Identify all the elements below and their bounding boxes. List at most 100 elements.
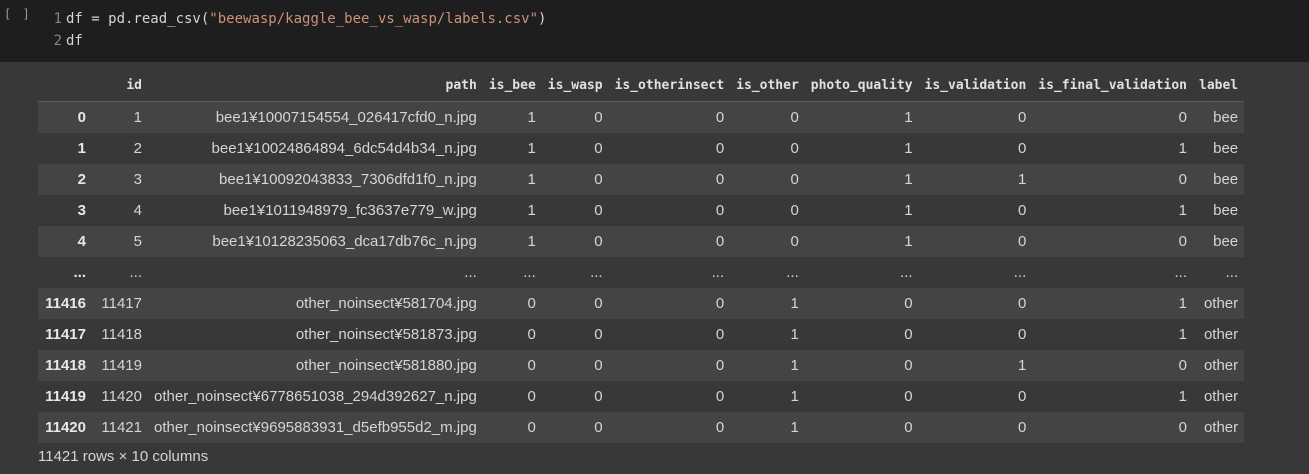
column-header-label: label [1193, 70, 1245, 102]
index-header [38, 70, 92, 102]
table-cell: 5 [133, 233, 142, 250]
table-row: ................................. [38, 257, 1245, 288]
table-cell: 1 [790, 326, 799, 343]
table-cell: ... [523, 264, 536, 281]
table-cell: other [1203, 326, 1239, 343]
cell-output: id path is_bee is_wasp is_otherinsect is… [38, 62, 1309, 474]
table-cell: other_noinsect¥9695883931_d5efb955d2_m.j… [154, 419, 477, 436]
table-cell: 0 [790, 202, 799, 219]
line-number: 2 [53, 33, 62, 49]
run-cell-button[interactable]: [ ] [4, 7, 32, 21]
table-cell: 0 [594, 140, 603, 157]
table-row: 11419 11420 other_noinsect¥6778651038_294d… [38, 381, 1245, 412]
table-cell: bee [1213, 109, 1239, 126]
table-cell: 0 [594, 419, 603, 436]
code-text: ) [538, 11, 547, 27]
table-cell: 1 [904, 109, 913, 126]
row-index: 11417 [45, 326, 86, 343]
row-index: 3 [77, 202, 86, 219]
code-text: df [66, 33, 83, 49]
column-header-is-final-validation: is_final_validation [1032, 70, 1193, 102]
table-cell: other_noinsect¥6778651038_294d392627_n.j… [154, 388, 477, 405]
table-cell: ... [590, 264, 603, 281]
table-cell: 0 [715, 202, 725, 219]
table-cell: 1 [1017, 171, 1027, 188]
table-cell: 0 [1017, 109, 1027, 126]
column-header-is-wasp: is_wasp [541, 70, 609, 102]
row-index: 11418 [45, 357, 86, 374]
row-index: ... [73, 264, 86, 281]
table-cell: 0 [790, 233, 799, 250]
table-cell: 0 [594, 171, 603, 188]
table-cell: bee [1213, 171, 1239, 188]
table-cell: bee1¥1011948979_fc3637e779_w.jpg [223, 202, 477, 219]
table-cell: 1 [1178, 388, 1187, 405]
table-cell: 0 [715, 140, 725, 157]
table-cell: ... [786, 264, 799, 281]
table-cell: 0 [1178, 109, 1187, 126]
table-cell: 1 [790, 419, 799, 436]
code-text: df = pd.read_csv( [66, 11, 210, 27]
table-cell: other [1203, 295, 1239, 312]
table-cell: 0 [527, 388, 536, 405]
table-cell: 1 [904, 233, 913, 250]
table-cell: 1 [904, 202, 913, 219]
table-cell: 0 [527, 295, 536, 312]
table-cell: 11417 [101, 295, 142, 312]
code-line-2[interactable]: 2 df [48, 31, 83, 51]
row-index: 4 [77, 233, 86, 250]
table-cell: 0 [527, 419, 536, 436]
code-string: "beewasp/kaggle_bee_vs_wasp/labels.csv" [209, 11, 539, 27]
table-cell: 1 [527, 140, 536, 157]
table-cell: 1 [790, 295, 799, 312]
table-cell: 0 [1017, 388, 1027, 405]
table-row: 11417 11418 other_noinsect¥581873.jpg 0 0 0 1 0… [38, 319, 1245, 350]
table-row: 0 1 bee1¥10007154554_026417cfd0_n.jpg 1 0 0 0 1… [38, 101, 1245, 133]
table-cell: ... [900, 264, 913, 281]
table-cell: other_noinsect¥581873.jpg [295, 326, 477, 343]
row-index: 2 [77, 171, 86, 188]
table-cell: 0 [715, 295, 725, 312]
table-cell: other [1203, 419, 1239, 436]
table-cell: 1 [527, 171, 536, 188]
column-header-path: path [148, 70, 483, 102]
table-cell: 0 [1017, 202, 1027, 219]
table-cell: 1 [527, 233, 536, 250]
table-cell: 0 [904, 419, 913, 436]
column-header-photo-quality: photo_quality [804, 70, 919, 102]
table-cell: 0 [715, 388, 725, 405]
table-row: 11416 11417 other_noinsect¥581704.jpg 0 0 0 1 0… [38, 288, 1245, 319]
table-cell: 1 [527, 109, 536, 126]
table-cell: 0 [1178, 357, 1187, 374]
code-line-1[interactable]: 1 df = pd.read_csv("beewasp/kaggle_bee_vs… [48, 9, 547, 29]
table-cell: ... [1013, 264, 1027, 281]
table-cell: 0 [1178, 171, 1187, 188]
code-cell[interactable]: [ ] 1 df = pd.read_csv("beewasp/kaggle_be… [0, 0, 1309, 62]
table-cell: other_noinsect¥581880.jpg [295, 357, 477, 374]
table-cell: 0 [594, 357, 603, 374]
column-header-is-validation: is_validation [918, 70, 1033, 102]
table-cell: 1 [1178, 295, 1187, 312]
table-row: 11420 11421 other_noinsect¥9695883931_d5ef… [38, 412, 1245, 443]
table-cell: 0 [790, 109, 799, 126]
table-cell: 11420 [101, 388, 142, 405]
table-shape-summary: 11421 rows × 10 columns [38, 448, 209, 465]
table-cell: other_noinsect¥581704.jpg [295, 295, 477, 312]
table-cell: 1 [1178, 140, 1187, 157]
line-number: 1 [53, 11, 62, 27]
table-cell: 0 [594, 295, 603, 312]
table-cell: bee [1213, 140, 1239, 157]
table-header-row: id path is_bee is_wasp is_otherinsect is… [38, 70, 1245, 102]
table-cell: 0 [1178, 419, 1187, 436]
table-cell: 0 [527, 357, 536, 374]
table-cell: 1 [1178, 202, 1187, 219]
table-cell: 0 [1017, 419, 1027, 436]
table-cell: 2 [133, 140, 142, 157]
table-cell: 0 [594, 109, 603, 126]
column-header-is-bee: is_bee [482, 70, 542, 102]
table-cell: 11421 [101, 419, 142, 436]
table-cell: other [1203, 357, 1239, 374]
table-cell: 1 [1178, 326, 1187, 343]
table-cell: 0 [715, 357, 725, 374]
table-cell: 0 [715, 326, 725, 343]
